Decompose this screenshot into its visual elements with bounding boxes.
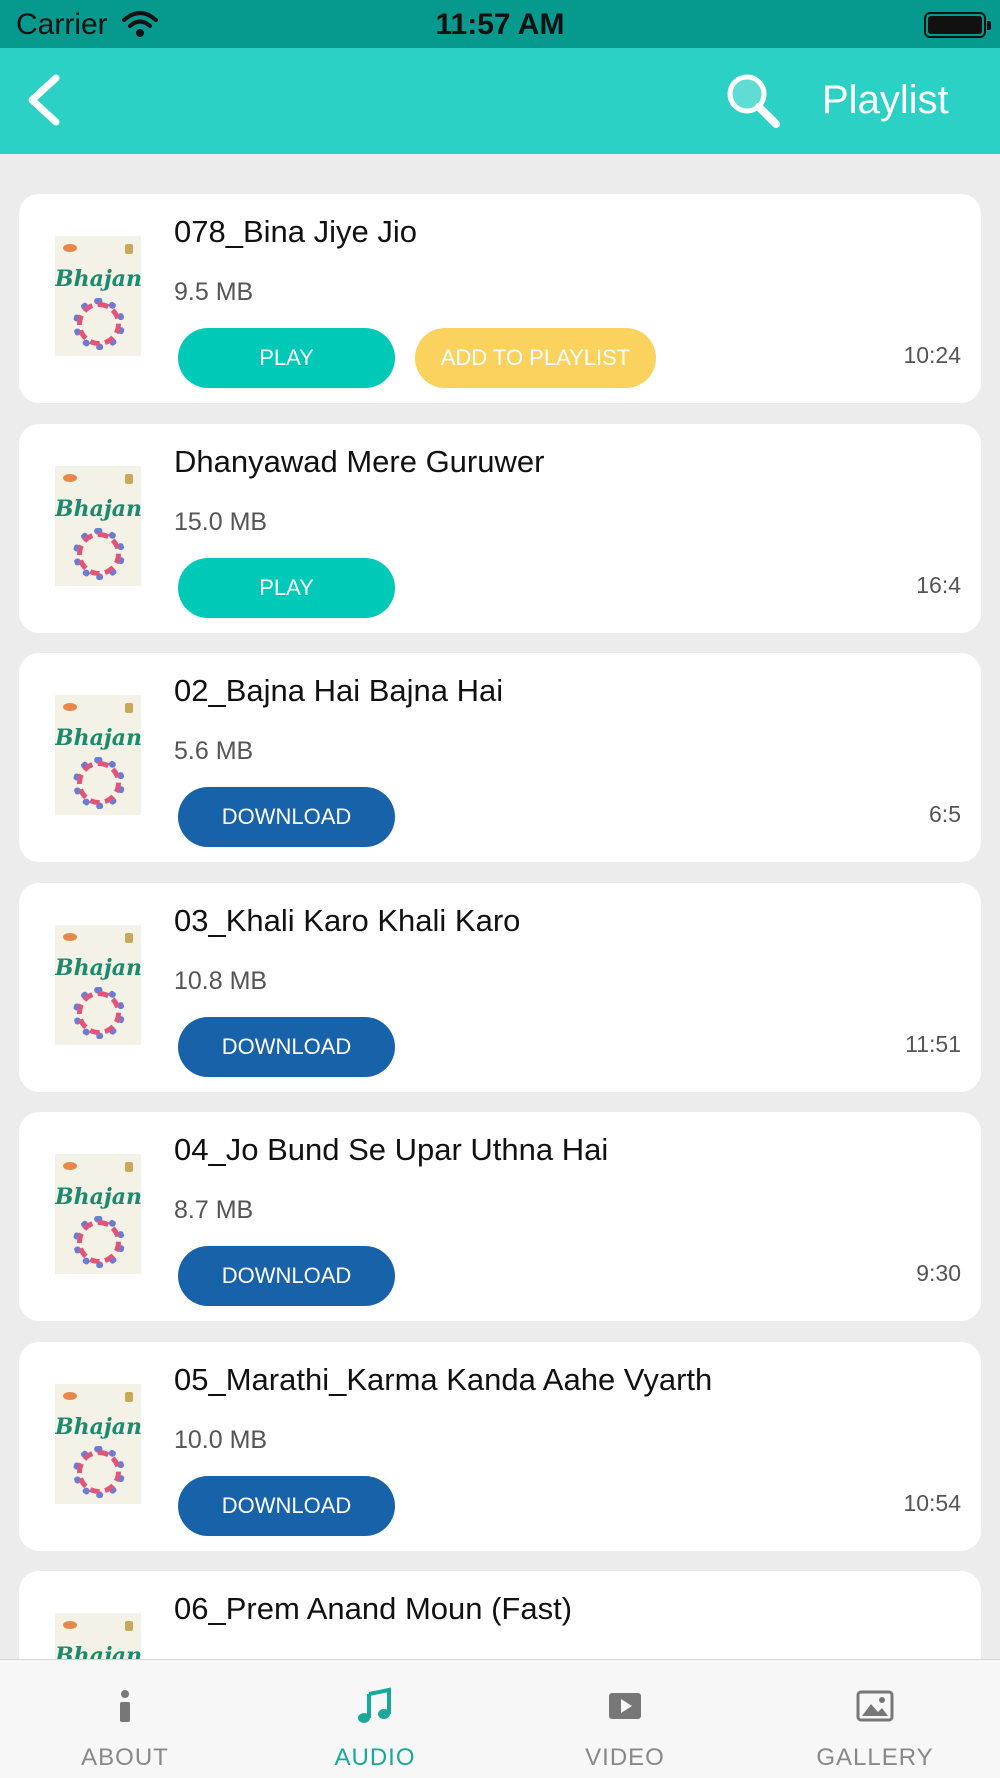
battery-icon	[924, 12, 991, 38]
duration: 10:54	[903, 1490, 961, 1516]
playlist-link[interactable]: Playlist	[822, 78, 949, 123]
duration: 10:24	[903, 342, 961, 368]
status-bar: Carrier 11:57 AM	[0, 0, 1000, 48]
thumbnail-text: Bhajan	[55, 955, 141, 981]
tab-about[interactable]: ABOUT	[0, 1660, 250, 1778]
thumbnail-text: Bhajan	[55, 266, 141, 292]
album-thumbnail: Bhajan	[55, 466, 141, 586]
song-card: Bhajan Dhanyawad Mere Guruwer 15.0 MB PL…	[19, 424, 981, 633]
file-size: 9.5 MB	[174, 278, 254, 306]
song-title: 04_Jo Bund Se Upar Uthna Hai	[174, 1132, 609, 1167]
thumbnail-text: Bhajan	[55, 725, 141, 751]
back-icon[interactable]	[22, 72, 72, 128]
video-play-icon	[609, 1693, 641, 1719]
download-button[interactable]: DOWNLOAD	[178, 787, 395, 847]
file-size: 10.0 MB	[174, 1426, 268, 1454]
file-size: 8.7 MB	[174, 1196, 254, 1224]
file-size: 10.8 MB	[174, 967, 268, 995]
tab-label: VIDEO	[585, 1744, 665, 1771]
album-thumbnail: Bhajan	[55, 695, 141, 815]
album-thumbnail: Bhajan	[55, 1613, 141, 1659]
song-title: Dhanyawad Mere Guruwer	[174, 444, 545, 479]
song-title: 078_Bina Jiye Jio	[174, 214, 417, 249]
thumbnail-text: Bhajan	[55, 496, 141, 522]
duration: 16:4	[916, 572, 961, 598]
play-button[interactable]: PLAY	[178, 558, 395, 618]
song-title: 05_Marathi_Karma Kanda Aahe Vyarth	[174, 1362, 713, 1397]
song-title: 06_Prem Anand Moun (Fast)	[174, 1591, 573, 1626]
tab-gallery[interactable]: GALLERY	[750, 1660, 1000, 1778]
song-card: Bhajan 03_Khali Karo Khali Karo 10.8 MB …	[19, 883, 981, 1092]
album-thumbnail: Bhajan	[55, 925, 141, 1045]
tab-audio[interactable]: AUDIO	[250, 1660, 500, 1778]
duration: 11:51	[905, 1031, 961, 1057]
album-thumbnail: Bhajan	[55, 1384, 141, 1504]
info-icon	[120, 1690, 130, 1722]
download-button[interactable]: DOWNLOAD	[178, 1246, 395, 1306]
song-card: Bhajan 06_Prem Anand Moun (Fast)	[19, 1571, 981, 1659]
download-button[interactable]: DOWNLOAD	[178, 1017, 395, 1077]
tab-bar: ABOUT AUDIO VIDEO GALLERY	[0, 1659, 1000, 1778]
song-title: 02_Bajna Hai Bajna Hai	[174, 673, 504, 708]
tab-label: GALLERY	[816, 1744, 934, 1771]
song-card: Bhajan 04_Jo Bund Se Upar Uthna Hai 8.7 …	[19, 1112, 981, 1321]
song-title: 03_Khali Karo Khali Karo	[174, 903, 521, 938]
file-size: 15.0 MB	[174, 508, 268, 536]
thumbnail-text: Bhajan	[55, 1414, 141, 1440]
song-list[interactable]: Bhajan 078_Bina Jiye Jio 9.5 MB PLAY ADD…	[0, 154, 1000, 1659]
song-card: Bhajan 078_Bina Jiye Jio 9.5 MB PLAY ADD…	[19, 194, 981, 403]
image-icon	[856, 1690, 894, 1722]
album-thumbnail: Bhajan	[55, 236, 141, 356]
thumbnail-text: Bhajan	[55, 1643, 141, 1659]
tab-label: AUDIO	[334, 1744, 416, 1771]
file-size: 5.6 MB	[174, 737, 254, 765]
download-button[interactable]: DOWNLOAD	[178, 1476, 395, 1536]
clock: 11:57 AM	[435, 8, 565, 41]
duration: 9:30	[916, 1260, 961, 1286]
add-to-playlist-button[interactable]: ADD TO PLAYLIST	[415, 328, 656, 388]
search-icon[interactable]	[722, 70, 782, 130]
song-card: Bhajan 02_Bajna Hai Bajna Hai 5.6 MB DOW…	[19, 653, 981, 862]
tab-label: ABOUT	[81, 1744, 169, 1771]
tab-video[interactable]: VIDEO	[500, 1660, 750, 1778]
duration: 6:5	[929, 801, 961, 827]
play-button[interactable]: PLAY	[178, 328, 395, 388]
album-thumbnail: Bhajan	[55, 1154, 141, 1274]
song-card: Bhajan 05_Marathi_Karma Kanda Aahe Vyart…	[19, 1342, 981, 1551]
thumbnail-text: Bhajan	[55, 1184, 141, 1210]
navigation-bar: Playlist	[0, 48, 1000, 154]
music-note-icon	[358, 1687, 391, 1723]
